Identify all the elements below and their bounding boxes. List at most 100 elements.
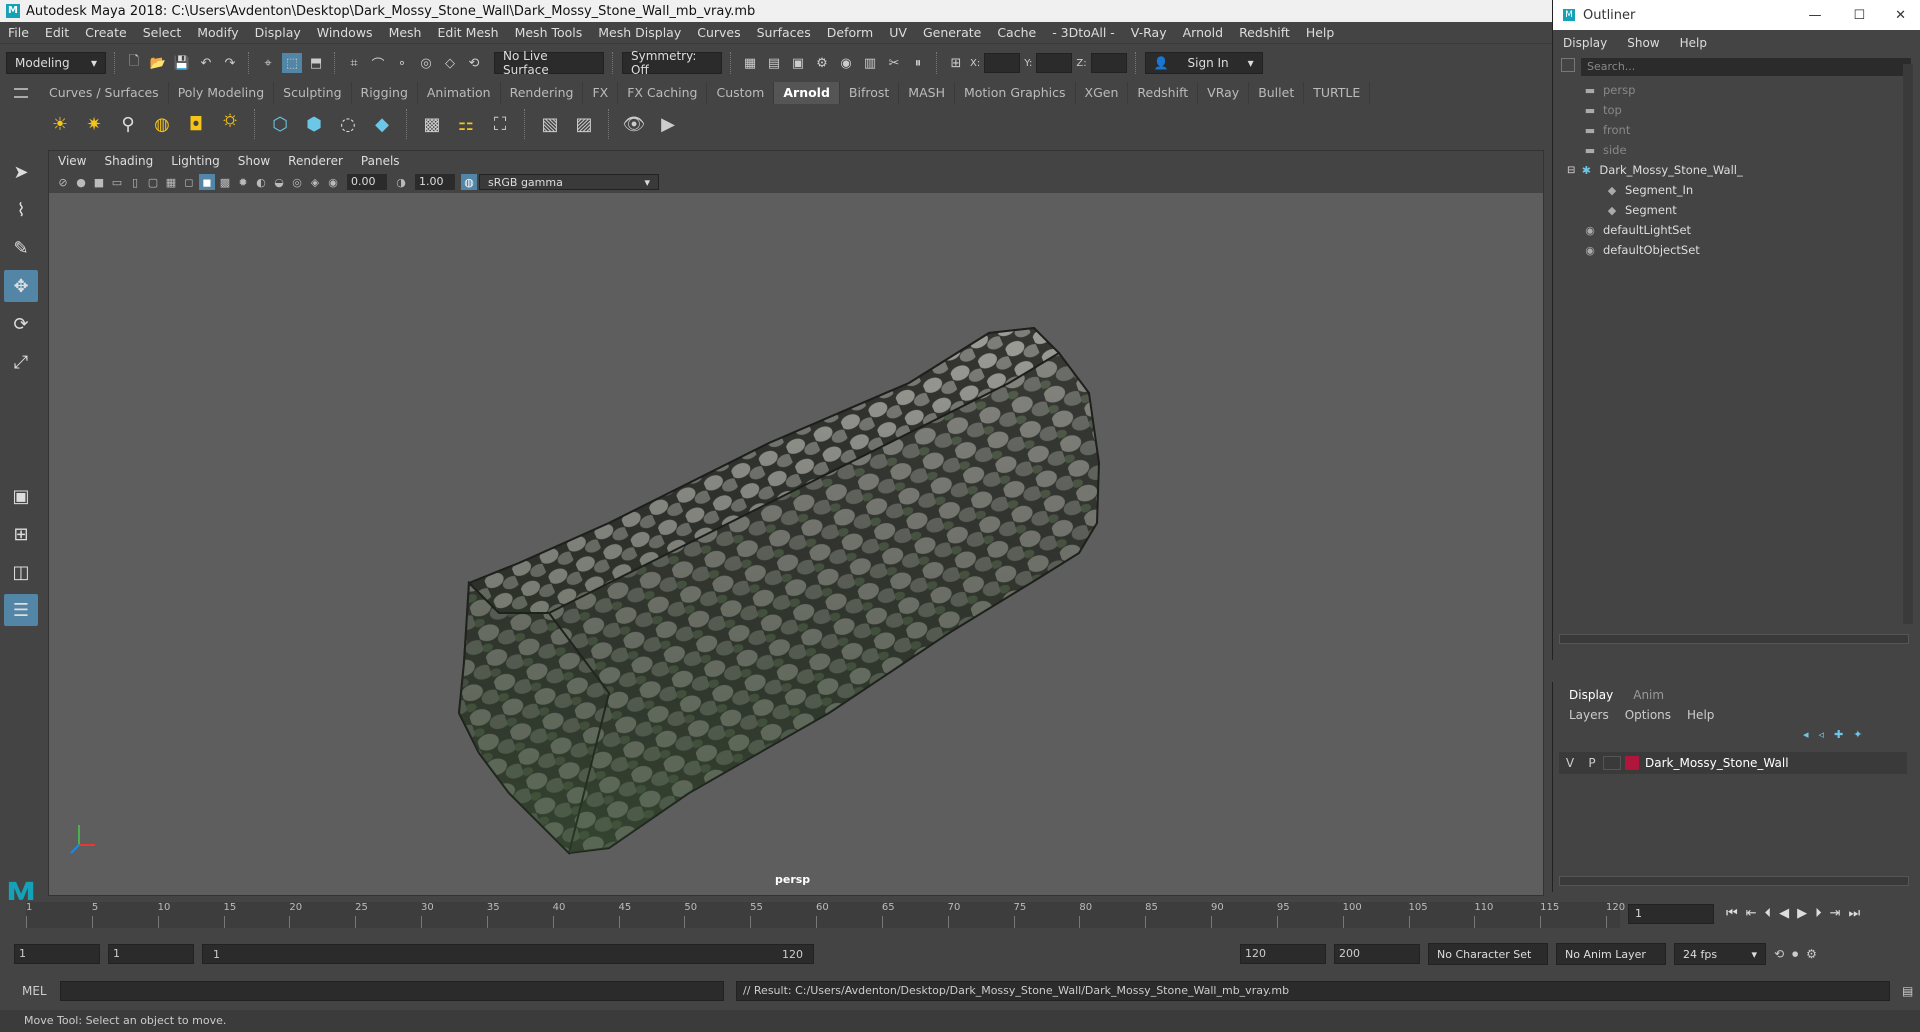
character-set-dropdown[interactable]: No Character Set — [1428, 943, 1548, 965]
step-forward-frame-icon[interactable]: ⏵ — [1815, 906, 1822, 921]
render-view-shelf-icon[interactable]: ▨ — [570, 110, 598, 138]
layer-tab-anim[interactable]: Anim — [1623, 688, 1674, 702]
camera-lock-icon[interactable]: ● — [73, 174, 89, 190]
select-tool-icon[interactable]: ➤ — [4, 156, 38, 188]
menu-redshift[interactable]: Redshift — [1231, 25, 1298, 40]
viewport-menu-lighting[interactable]: Lighting — [162, 154, 229, 168]
menu-display[interactable]: Display — [247, 25, 309, 40]
wireframe-icon[interactable]: ◻ — [181, 174, 197, 190]
outliner-item-persp[interactable]: ▬ persp — [1553, 80, 1920, 100]
symmetry-dropdown[interactable]: Symmetry: Off — [622, 49, 722, 77]
play-forward-icon[interactable]: ▶ — [1797, 906, 1807, 921]
shelf-tab-turtle[interactable]: TURTLE — [1304, 82, 1371, 104]
play-render-icon[interactable]: ▶ — [654, 110, 682, 138]
menu-file[interactable]: File — [0, 25, 37, 40]
shelf-tab-rigging[interactable]: Rigging — [352, 82, 418, 104]
tx-manager-icon[interactable]: ⚏ — [452, 110, 480, 138]
render-settings-icon[interactable]: ⚙ — [812, 53, 832, 73]
live-surface-field[interactable]: No Live Surface — [494, 49, 604, 77]
save-scene-icon[interactable]: 💾 — [172, 53, 192, 73]
scale-tool-icon[interactable]: ⤢ — [4, 346, 38, 378]
lights-icon[interactable]: ✹ — [235, 174, 251, 190]
move-layer-down-icon[interactable]: ◃ — [1819, 728, 1825, 741]
rotate-tool-icon[interactable]: ⟳ — [4, 308, 38, 340]
exposure-icon[interactable]: ◉ — [325, 174, 341, 190]
shelf-tab-mash[interactable]: MASH — [899, 82, 955, 104]
layer-scrollbar[interactable] — [1559, 876, 1909, 886]
menu-uv[interactable]: UV — [881, 25, 915, 40]
preferences-icon[interactable]: ⚙ — [1806, 947, 1817, 961]
texture-icon[interactable]: ▩ — [418, 110, 446, 138]
shelf-tab-motion-graphics[interactable]: Motion Graphics — [955, 82, 1076, 104]
ambient-occlusion-icon[interactable]: ◒ — [271, 174, 287, 190]
ipr-render-icon[interactable]: ▣ — [788, 53, 808, 73]
transform-mode-icon[interactable]: ⊞ — [946, 53, 966, 73]
shelf-tab-poly-modeling[interactable]: Poly Modeling — [169, 82, 275, 104]
menu-curves[interactable]: Curves — [689, 25, 748, 40]
shadows-icon[interactable]: ◐ — [253, 174, 269, 190]
camera-select-icon[interactable]: ⊘ — [55, 174, 71, 190]
gamma-icon[interactable]: ◑ — [393, 174, 409, 190]
bookmark-icon[interactable]: ■ — [91, 174, 107, 190]
volume-icon[interactable]: ◌ — [334, 110, 362, 138]
step-forward-key-icon[interactable]: ⇥ — [1830, 906, 1841, 921]
lasso-tool-icon[interactable]: ⌇ — [4, 194, 38, 226]
shelf-tab-custom[interactable]: Custom — [707, 82, 775, 104]
x-field[interactable] — [984, 53, 1021, 73]
mode-selector[interactable]: Modeling ▾ — [6, 52, 106, 74]
horizontal-scrollbar[interactable] — [1559, 634, 1909, 644]
viewport-menu-renderer[interactable]: Renderer — [279, 154, 352, 168]
flush-cache-icon[interactable]: ⛶ — [486, 110, 514, 138]
create-mesh-icon[interactable]: ◆ — [368, 110, 396, 138]
xray-icon[interactable]: ◈ — [307, 174, 323, 190]
open-scene-icon[interactable]: 📂 — [148, 53, 168, 73]
single-view-icon[interactable]: ▣ — [4, 480, 38, 512]
minimize-icon[interactable]: — — [1792, 8, 1837, 23]
step-back-frame-icon[interactable]: ⏴ — [1765, 906, 1772, 921]
menu-cache[interactable]: Cache — [989, 25, 1044, 40]
anim-layer-dropdown[interactable]: No Anim Layer — [1556, 943, 1666, 965]
layer-color-swatch[interactable] — [1625, 756, 1639, 770]
paint-select-icon[interactable]: ✎ — [4, 232, 38, 264]
isolate-icon[interactable]: ◎ — [289, 174, 305, 190]
menu-edit-mesh[interactable]: Edit Mesh — [429, 25, 506, 40]
layer-tab-display[interactable]: Display — [1559, 688, 1623, 702]
z-field[interactable] — [1090, 53, 1127, 73]
scene-end-field[interactable]: 200 — [1334, 944, 1420, 964]
outliner-layout-icon[interactable]: ☰ — [4, 594, 38, 626]
exposure-field[interactable]: 0.00 — [347, 174, 387, 190]
step-back-key-icon[interactable]: ⇤ — [1746, 906, 1757, 921]
script-language-label[interactable]: MEL — [22, 984, 48, 998]
menu-surfaces[interactable]: Surfaces — [749, 25, 819, 40]
new-scene-icon[interactable]: 🗋 — [124, 53, 144, 73]
resolution-gate-icon[interactable]: ▢ — [145, 174, 161, 190]
vray-render-icon[interactable]: ✂ — [884, 53, 904, 73]
render-icon[interactable]: ▧ — [536, 110, 564, 138]
loop-icon[interactable]: ⟲ — [1774, 947, 1784, 961]
side-by-side-icon[interactable]: ◫ — [4, 556, 38, 588]
layer-menu-options[interactable]: Options — [1617, 708, 1679, 722]
outliner-search-input[interactable]: Search... — [1581, 58, 1911, 76]
vertical-scrollbar[interactable] — [1903, 64, 1913, 624]
menu-modify[interactable]: Modify — [189, 25, 246, 40]
select-component-icon[interactable]: ⬒ — [306, 53, 326, 73]
shelf-tab-fx-caching[interactable]: FX Caching — [618, 82, 708, 104]
outliner-item-top[interactable]: ▬ top — [1553, 100, 1920, 120]
outliner-item-defaultlightset[interactable]: ◉ defaultLightSet — [1553, 220, 1920, 240]
grid-icon[interactable]: ▦ — [163, 174, 179, 190]
outliner-menu-show[interactable]: Show — [1617, 36, 1669, 50]
layer-type-toggle[interactable] — [1603, 756, 1621, 770]
viewport-panel[interactable]: View Shading Lighting Show Renderer Panels ⊘ … — [48, 150, 1544, 896]
render-sequence-icon[interactable]: ▥ — [860, 53, 880, 73]
maximize-icon[interactable]: ☐ — [1837, 8, 1881, 23]
menu-mesh-tools[interactable]: Mesh Tools — [507, 25, 591, 40]
shelf-tab-bullet[interactable]: Bullet — [1249, 82, 1305, 104]
snap-grid-icon[interactable]: ⌗ — [344, 53, 364, 73]
sign-in-button[interactable]: 👤 Sign In ▾ — [1144, 52, 1263, 74]
eye-icon[interactable]: 👁 — [620, 110, 648, 138]
snap-point-icon[interactable]: ∘ — [392, 53, 412, 73]
outliner-item-side[interactable]: ▬ side — [1553, 140, 1920, 160]
shelf-tab-rendering[interactable]: Rendering — [501, 82, 584, 104]
textured-icon[interactable]: ▩ — [217, 174, 233, 190]
outliner-item-defaultobjectset[interactable]: ◉ defaultObjectSet — [1553, 240, 1920, 260]
